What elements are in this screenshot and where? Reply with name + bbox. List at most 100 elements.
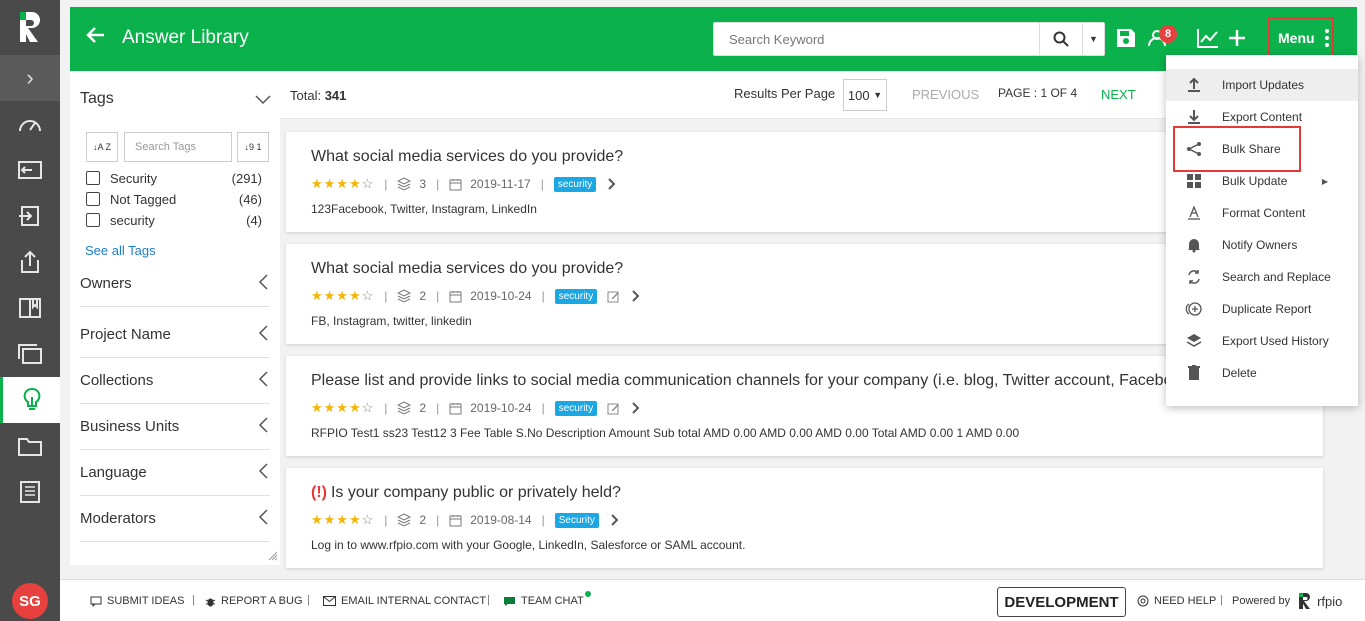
tag-filter-row[interactable]: Not Tagged (46) bbox=[86, 189, 262, 209]
export-icon[interactable] bbox=[0, 239, 60, 285]
tag-pill[interactable]: security bbox=[553, 176, 597, 192]
save-icon[interactable] bbox=[1116, 28, 1136, 51]
document-icon[interactable] bbox=[0, 469, 60, 515]
results-per-page-label: Results Per Page bbox=[734, 86, 836, 101]
total-value: 341 bbox=[324, 88, 347, 103]
lightbulb-icon[interactable] bbox=[0, 377, 60, 423]
menu-item-delete[interactable]: Delete bbox=[1166, 357, 1358, 389]
search-box: ▼ bbox=[713, 22, 1105, 56]
search-input[interactable] bbox=[714, 23, 1034, 55]
grid-icon bbox=[1166, 173, 1222, 189]
star-rating[interactable]: ★★★★☆ bbox=[311, 176, 374, 192]
resize-handle-icon[interactable] bbox=[268, 549, 278, 564]
tag-label: Not Tagged bbox=[110, 191, 177, 207]
back-arrow-icon[interactable] bbox=[86, 25, 106, 48]
expand-chevron-icon[interactable] bbox=[608, 178, 616, 190]
online-status-dot bbox=[584, 591, 591, 597]
need-help-link[interactable]: NEED HELP bbox=[1137, 595, 1216, 607]
chevron-left-icon bbox=[258, 508, 268, 529]
edit-icon[interactable] bbox=[607, 290, 620, 303]
versions-stack-icon bbox=[397, 177, 412, 191]
import-icon[interactable] bbox=[0, 193, 60, 239]
email-internal-contact-link[interactable]: EMAIL INTERNAL CONTACT bbox=[323, 595, 486, 607]
tag-filter-row[interactable]: security (4) bbox=[86, 210, 262, 230]
menu-item-duplicate-report[interactable]: Duplicate Report bbox=[1166, 293, 1358, 325]
tag-count: (291) bbox=[231, 170, 262, 186]
menu-item-bulk-share[interactable]: Bulk Share bbox=[1166, 133, 1358, 165]
page-indicator: PAGE : 1 OF 4 bbox=[998, 86, 1078, 100]
expand-chevron-icon[interactable] bbox=[632, 290, 640, 302]
tag-filter-row[interactable]: Security (291) bbox=[86, 168, 262, 188]
next-page-button[interactable]: NEXT bbox=[1101, 87, 1136, 102]
answer-meta: ★★★★☆ | 2 | 2019-08-14 | Security bbox=[311, 512, 619, 528]
folder-icon[interactable] bbox=[0, 423, 60, 469]
analytics-chart-icon[interactable] bbox=[1197, 28, 1219, 51]
tag-search-input[interactable] bbox=[125, 133, 231, 161]
previous-page-button[interactable]: PREVIOUS bbox=[912, 87, 979, 102]
filter-section-label: Collections bbox=[80, 372, 154, 389]
question-text[interactable]: What social media services do you provid… bbox=[311, 260, 623, 278]
submit-ideas-link[interactable]: SUBMIT IDEAS bbox=[90, 595, 184, 607]
tag-checkbox[interactable] bbox=[86, 192, 100, 206]
edit-icon[interactable] bbox=[607, 402, 620, 415]
results-per-page-select[interactable]: 100 ▼ bbox=[843, 79, 887, 111]
filter-section-label: Moderators bbox=[80, 510, 156, 527]
menu-item-format-content[interactable]: Format Content bbox=[1166, 197, 1358, 229]
answer-card[interactable]: (!) Is your company public or privately h… bbox=[286, 468, 1323, 568]
chevron-down-icon[interactable] bbox=[255, 93, 271, 108]
footer-divider: | bbox=[487, 594, 490, 606]
report-bug-link[interactable]: REPORT A BUG bbox=[205, 595, 303, 607]
menu-item-search-and-replace[interactable]: Search and Replace bbox=[1166, 261, 1358, 293]
filter-section-owners[interactable]: Owners bbox=[80, 261, 270, 307]
filter-section-moderators[interactable]: Moderators bbox=[80, 496, 270, 542]
search-options-dropdown-icon[interactable]: ▼ bbox=[1082, 23, 1104, 55]
expand-chevron-icon[interactable] bbox=[611, 514, 619, 526]
expand-chevron-icon[interactable] bbox=[632, 402, 640, 414]
alert-icon: (!) bbox=[311, 484, 327, 501]
add-plus-icon[interactable] bbox=[1228, 29, 1246, 50]
answer-preview: RFPIO Test1 ss23 Test12 3 Fee Table S.No… bbox=[311, 426, 1020, 440]
inbox-icon[interactable] bbox=[0, 147, 60, 193]
star-rating[interactable]: ★★★★☆ bbox=[311, 288, 374, 304]
version-count: 2 bbox=[419, 513, 427, 527]
team-chat-link[interactable]: TEAM CHAT bbox=[503, 591, 591, 607]
filter-section-business-units[interactable]: Business Units bbox=[80, 404, 270, 450]
menu-button[interactable]: Menu bbox=[1268, 17, 1334, 58]
menu-item-import-updates[interactable]: Import Updates bbox=[1166, 69, 1358, 101]
filter-section-label: Language bbox=[80, 464, 147, 481]
filter-section-collections[interactable]: Collections bbox=[80, 358, 270, 404]
tag-pill[interactable]: security bbox=[554, 400, 598, 416]
menu-item-bulk-update[interactable]: Bulk Update ▶ bbox=[1166, 165, 1358, 197]
menu-item-notify-owners[interactable]: Notify Owners bbox=[1166, 229, 1358, 261]
footer-bar: SUBMIT IDEAS | REPORT A BUG | EMAIL INTE… bbox=[60, 579, 1365, 621]
menu-item-label: Search and Replace bbox=[1222, 270, 1331, 284]
user-avatar[interactable]: SG bbox=[12, 583, 48, 619]
menu-item-export-content[interactable]: Export Content bbox=[1166, 101, 1358, 133]
question-text[interactable]: What social media services do you provid… bbox=[311, 148, 623, 166]
calendar-icon bbox=[449, 402, 462, 415]
expand-nav-chevron-icon[interactable]: › bbox=[0, 55, 60, 101]
menu-item-export-used-history[interactable]: Export Used History bbox=[1166, 325, 1358, 357]
footer-divider: | bbox=[1220, 594, 1223, 606]
tag-pill[interactable]: security bbox=[554, 288, 598, 304]
book-icon[interactable] bbox=[0, 285, 60, 331]
footer-divider: | bbox=[307, 594, 310, 606]
sort-count-button[interactable]: ↓9 1 bbox=[237, 132, 269, 162]
tag-pill[interactable]: Security bbox=[554, 512, 599, 528]
submenu-arrow-icon: ▶ bbox=[1321, 176, 1328, 186]
star-rating[interactable]: ★★★★☆ bbox=[311, 512, 374, 528]
projects-icon[interactable] bbox=[0, 331, 60, 377]
filter-section-label: Project Name bbox=[80, 326, 171, 343]
filter-section-project-name[interactable]: Project Name bbox=[80, 312, 270, 358]
star-rating[interactable]: ★★★★☆ bbox=[311, 400, 374, 416]
rfpio-logo[interactable] bbox=[0, 0, 60, 55]
question-text[interactable]: (!) Is your company public or privately h… bbox=[311, 484, 621, 502]
dashboard-icon[interactable] bbox=[0, 101, 60, 147]
tag-checkbox[interactable] bbox=[86, 171, 100, 185]
filter-section-language[interactable]: Language bbox=[80, 450, 270, 496]
question-text[interactable]: Please list and provide links to social … bbox=[311, 372, 1235, 390]
tag-checkbox[interactable] bbox=[86, 213, 100, 227]
sort-alpha-button[interactable]: ↓A Z bbox=[86, 132, 118, 162]
see-all-tags-link[interactable]: See all Tags bbox=[85, 243, 156, 258]
search-icon[interactable] bbox=[1039, 23, 1081, 55]
